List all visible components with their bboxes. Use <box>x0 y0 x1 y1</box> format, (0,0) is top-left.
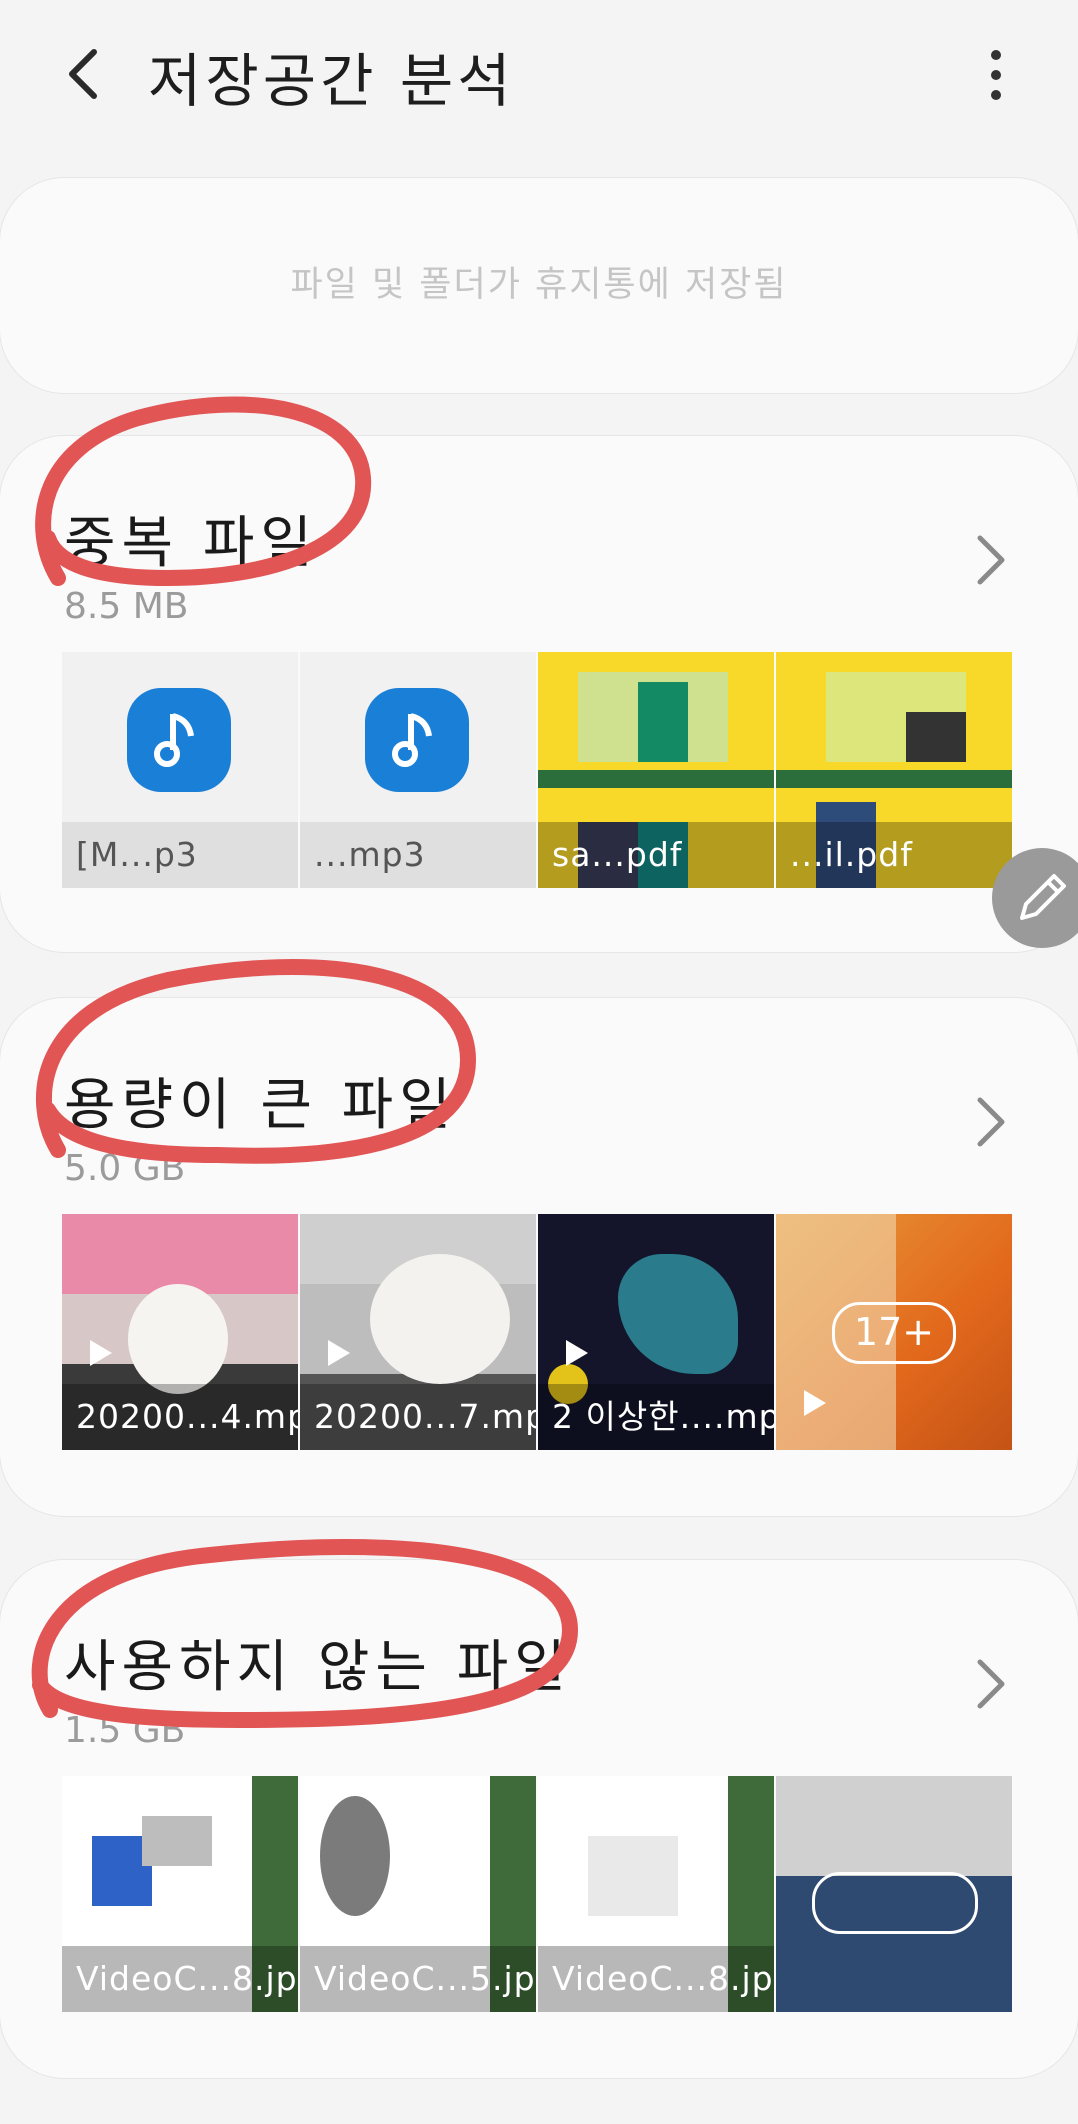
more-vert-icon <box>991 50 1001 60</box>
thumbnail-caption: 20200...7.mp4 <box>300 1384 536 1450</box>
unused-file-thumbnails: VideoC...8.jpg VideoC...5.jpg VideoC...8… <box>62 1776 1014 2012</box>
trash-card[interactable]: 파일 및 폴더가 휴지통에 저장됨 <box>0 178 1078 393</box>
thumbnail-item[interactable]: ...il.pdf <box>776 652 1012 888</box>
thumbnail-item[interactable]: 17+ <box>776 1214 1012 1450</box>
thumbnail-item[interactable]: VideoC...5.jpg <box>300 1776 536 2012</box>
thumbnail-caption: VideoC...5.jpg <box>300 1946 536 2012</box>
arrow-left-icon <box>69 49 97 99</box>
age-rating-badge: 17+ <box>832 1302 956 1364</box>
thumbnail-caption: VideoC...8.jpg <box>538 1946 774 2012</box>
section-size-large-files: 5.0 GB <box>64 1148 186 1189</box>
more-options-button[interactable] <box>976 50 1016 100</box>
play-icon <box>328 1340 350 1366</box>
trash-status-text: 파일 및 폴더가 휴지통에 저장됨 <box>290 265 788 305</box>
back-button[interactable] <box>58 42 114 106</box>
thumbnail-item[interactable]: 20200...7.mp4 <box>300 1214 536 1450</box>
section-title-duplicates: 중복 파일 <box>64 511 318 576</box>
thumbnail-item[interactable]: 2 이상한....mp4 <box>538 1214 774 1450</box>
chevron-right-icon[interactable] <box>972 532 1008 588</box>
duplicate-files-card[interactable]: 중복 파일 8.5 MB [M...p3 ...mp3 sa...pdf ...… <box>0 436 1078 952</box>
large-files-card[interactable]: 용량이 큰 파일 5.0 GB 20200...4.mp4 20200...7.… <box>0 998 1078 1516</box>
thumbnail-item[interactable]: sa...pdf <box>538 652 774 888</box>
thumbnail-caption: VideoC...8.jpg <box>62 1946 298 2012</box>
pencil-icon <box>1020 874 1066 920</box>
page-title: 저장공간 분석 <box>148 47 515 115</box>
play-icon <box>804 1390 826 1416</box>
app-bar: 저장공간 분석 <box>0 0 1078 150</box>
thumbnail-caption: ...il.pdf <box>776 822 1012 888</box>
section-title-unused-files: 사용하지 않는 파일 <box>64 1635 572 1700</box>
edit-button[interactable] <box>992 848 1078 948</box>
thumbnail-caption: 20200...4.mp4 <box>62 1384 298 1450</box>
section-size-duplicates: 8.5 MB <box>64 586 189 627</box>
thumbnail-item[interactable]: VideoC...8.jpg <box>538 1776 774 2012</box>
play-icon <box>566 1340 588 1366</box>
chevron-right-icon[interactable] <box>972 1656 1008 1712</box>
section-title-large-files: 용량이 큰 파일 <box>64 1073 457 1138</box>
thumbnail-caption: sa...pdf <box>538 822 774 888</box>
thumbnail-caption: [M...p3 <box>62 822 298 888</box>
thumbnail-caption: ...mp3 <box>300 822 536 888</box>
duplicate-thumbnails: [M...p3 ...mp3 sa...pdf ...il.pdf <box>62 652 1014 888</box>
thumbnail-item[interactable]: ...mp3 <box>300 652 536 888</box>
thumbnail-item[interactable] <box>776 1776 1012 2012</box>
thumbnail-item[interactable]: [M...p3 <box>62 652 298 888</box>
chevron-right-icon[interactable] <box>972 1094 1008 1150</box>
music-file-icon <box>365 688 469 792</box>
play-icon <box>90 1340 112 1366</box>
thumbnail-item[interactable]: VideoC...8.jpg <box>62 1776 298 2012</box>
section-size-unused-files: 1.5 GB <box>64 1710 186 1751</box>
large-file-thumbnails: 20200...4.mp4 20200...7.mp4 2 이상한....mp4… <box>62 1214 1014 1450</box>
music-file-icon <box>127 688 231 792</box>
unused-files-card[interactable]: 사용하지 않는 파일 1.5 GB VideoC...8.jpg VideoC.… <box>0 1560 1078 2078</box>
thumbnail-caption: 2 이상한....mp4 <box>538 1384 774 1450</box>
thumbnail-item[interactable]: 20200...4.mp4 <box>62 1214 298 1450</box>
